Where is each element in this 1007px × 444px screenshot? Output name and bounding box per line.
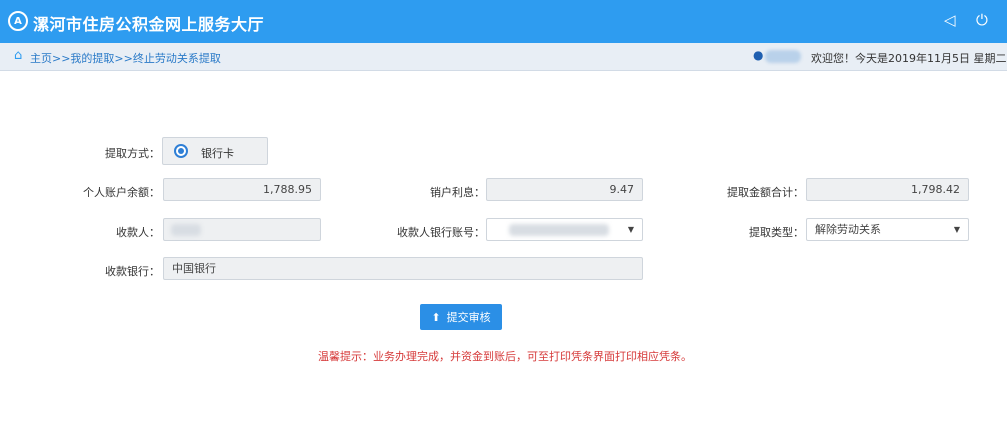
total-label: 提取金额合计： [727,186,804,199]
chevron-down-icon: ▼ [627,225,634,234]
home-icon[interactable]: ⌂ [14,48,22,63]
top-bar: A 漯河市住房公积金网上服务大厅 ◁ ⏻ [0,0,1007,43]
breadcrumb-bar: ⌂ 主页>>我的提取>>终止劳动关系提取 ● 欢迎您！今天是2019年11月5日… [0,43,1007,71]
bank-label: 收款银行： [105,265,160,278]
user-icon: ● [753,48,764,62]
type-label: 提取类型： [749,226,804,239]
welcome-text: 欢迎您！今天是2019年11月5日 星期二 [811,52,1007,65]
payee-account-label: 收款人银行账号： [397,226,485,239]
bank-field: 中国银行 [163,257,643,280]
breadcrumb[interactable]: 主页>>我的提取>>终止劳动关系提取 [30,50,221,66]
interest-field: 9.47 [486,178,643,201]
chevron-down-icon: ▼ [953,225,960,234]
speaker-icon[interactable]: ◁ [944,11,956,29]
upload-icon: ⬆ [431,310,441,324]
payee-redacted [171,224,201,236]
balance-field: 1,788.95 [163,178,321,201]
method-option-box[interactable]: 银行卡 [162,137,268,165]
username-redacted [765,50,801,63]
type-value: 解除劳动关系 [815,223,881,236]
type-select[interactable]: 解除劳动关系 ▼ [806,218,969,241]
payee-account-select[interactable]: ▼ [486,218,643,241]
submit-label: 提交审核 [446,311,491,324]
balance-label: 个人账户余额： [83,186,160,199]
submit-button[interactable]: ⬆ 提交审核 [420,304,502,330]
account-redacted [509,224,609,236]
tip-text: 温馨提示：业务办理完成，并资金到账后，可至打印凭条界面打印相应凭条。 [318,350,692,363]
payee-label: 收款人： [116,226,160,239]
bank-card-label: 银行卡 [201,147,234,160]
bank-card-radio[interactable] [174,144,188,158]
total-field: 1,798.42 [806,178,969,201]
power-icon[interactable]: ⏻ [976,11,988,29]
interest-label: 销户利息： [430,186,485,199]
app-title: 漯河市住房公积金网上服务大厅 [33,15,265,34]
payee-field [163,218,321,241]
logo-icon: A [8,11,28,31]
method-label: 提取方式： [105,147,160,160]
